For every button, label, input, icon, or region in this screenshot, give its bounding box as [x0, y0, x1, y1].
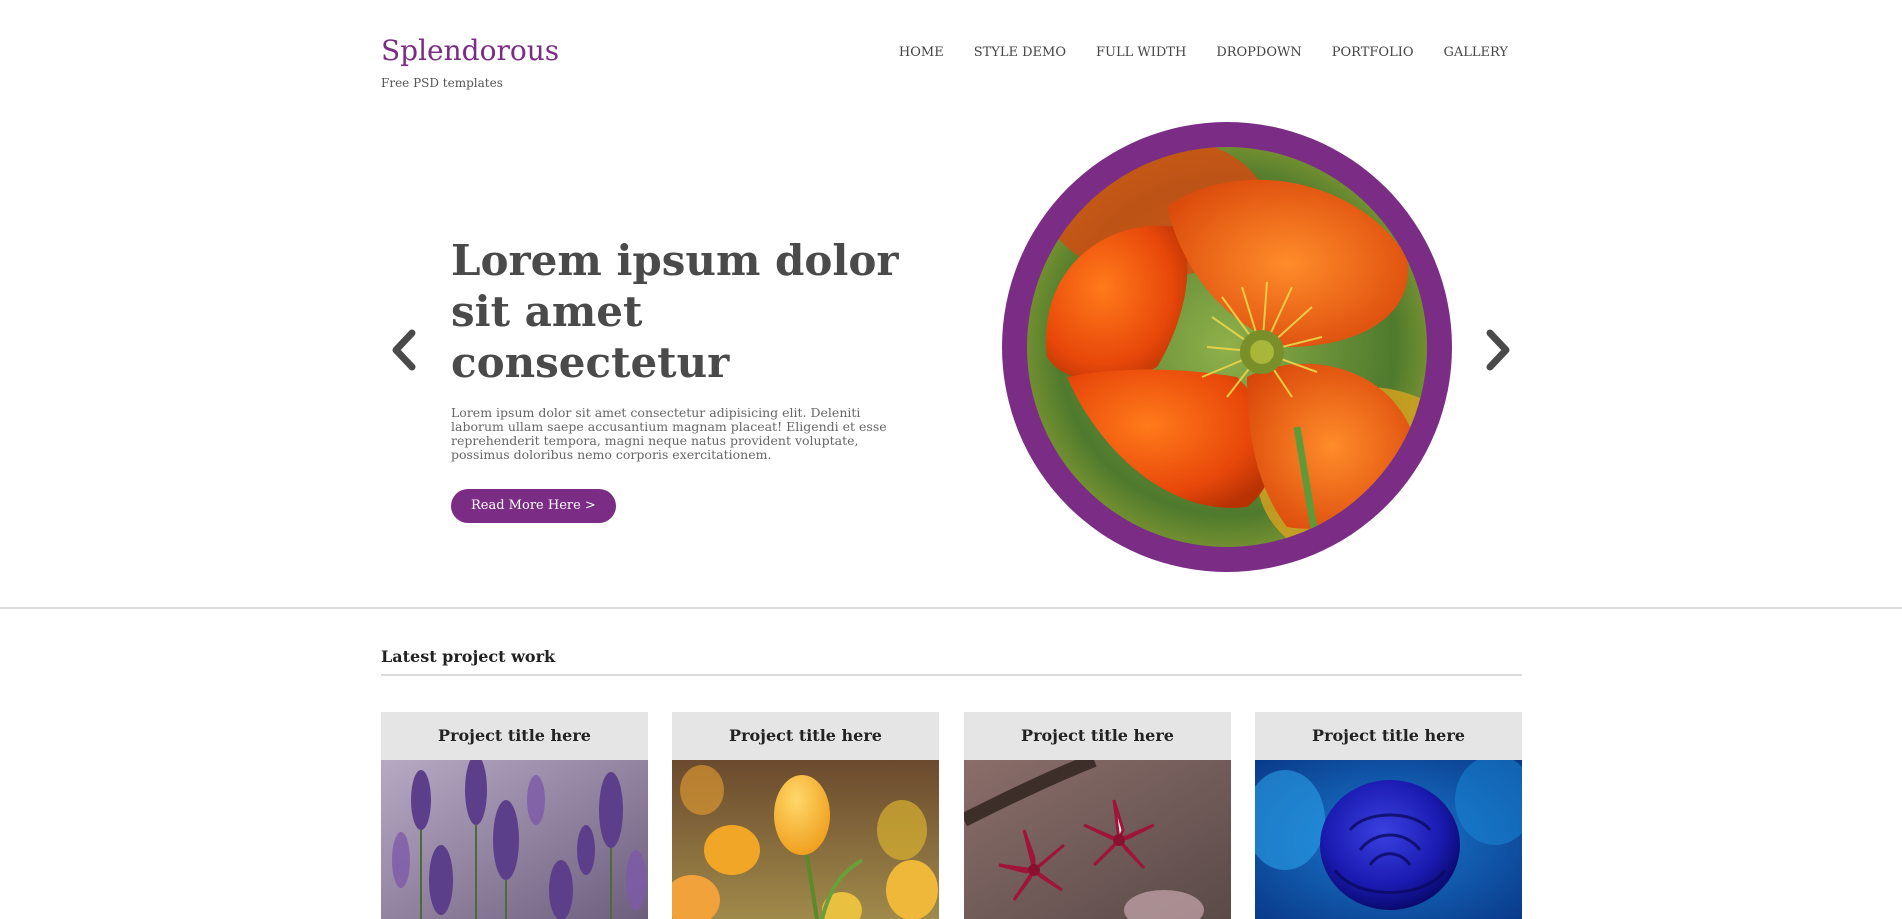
projects-section-title: Latest project work: [381, 647, 1522, 676]
hero-text: Lorem ipsum dolor sit amet consectetur L…: [451, 235, 921, 523]
orange-poppy-photo: [1027, 147, 1427, 547]
lavender-photo[interactable]: [381, 760, 648, 919]
nav-item-full-width[interactable]: FULL WIDTH: [1096, 45, 1186, 60]
project-cards: Project title here Project title here Pr…: [381, 712, 1522, 919]
project-card-title[interactable]: Project title here: [381, 712, 648, 760]
hero-slider: Lorem ipsum dolor sit amet consectetur L…: [0, 110, 1902, 607]
project-card[interactable]: Project title here: [1255, 712, 1522, 919]
project-card-title[interactable]: Project title here: [1255, 712, 1522, 760]
brand[interactable]: Splendorous Free PSD templates: [381, 34, 559, 90]
project-card[interactable]: Project title here: [672, 712, 939, 919]
nav-item-dropdown[interactable]: DROPDOWN: [1216, 45, 1301, 60]
project-card-title[interactable]: Project title here: [672, 712, 939, 760]
hero-heading: Lorem ipsum dolor sit amet consectetur: [451, 235, 921, 388]
site-tagline: Free PSD templates: [381, 76, 503, 90]
hero-heading-line1: Lorem ipsum dolor: [451, 236, 899, 285]
nav-item-home[interactable]: HOME: [899, 45, 944, 60]
main-nav: HOME STYLE DEMO FULL WIDTH DROPDOWN PORT…: [869, 45, 1508, 60]
project-card[interactable]: Project title here: [964, 712, 1231, 919]
project-card[interactable]: Project title here: [381, 712, 648, 919]
hero-heading-line2: sit amet consectetur: [451, 287, 730, 387]
nav-item-portfolio[interactable]: PORTFOLIO: [1332, 45, 1414, 60]
latest-projects: Latest project work Project title here P…: [381, 609, 1522, 919]
chevron-right-icon[interactable]: [1478, 325, 1518, 375]
chevron-left-icon[interactable]: [384, 325, 424, 375]
hero-body: Lorem ipsum dolor sit amet consectetur a…: [451, 405, 887, 462]
read-more-button[interactable]: Read More Here >: [451, 489, 616, 523]
nav-item-style-demo[interactable]: STYLE DEMO: [974, 45, 1066, 60]
yellow-tulips-photo[interactable]: [672, 760, 939, 919]
white-pink-flowers-photo[interactable]: [964, 760, 1231, 919]
site-header: Splendorous Free PSD templates HOME STYL…: [0, 0, 1902, 110]
blue-rose-photo[interactable]: [1255, 760, 1522, 919]
site-title[interactable]: Splendorous: [381, 34, 559, 68]
nav-item-gallery[interactable]: GALLERY: [1444, 45, 1509, 60]
project-card-title[interactable]: Project title here: [964, 712, 1231, 760]
hero-image-frame: [1002, 122, 1452, 572]
